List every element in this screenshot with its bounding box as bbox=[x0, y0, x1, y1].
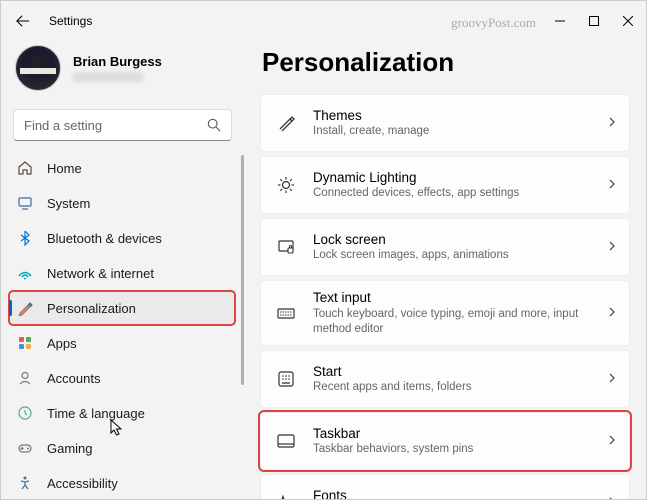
profile-email-blurred bbox=[73, 72, 143, 82]
profile-name: Brian Burgess bbox=[73, 54, 162, 69]
accessibility-icon bbox=[17, 475, 33, 491]
start-icon bbox=[275, 368, 297, 390]
sidebar-scrollbar[interactable] bbox=[241, 155, 244, 385]
card-lock-screen[interactable]: Lock screenLock screen images, apps, ani… bbox=[260, 218, 630, 276]
card-taskbar[interactable]: TaskbarTaskbar behaviors, system pins bbox=[260, 412, 630, 470]
search-input[interactable] bbox=[24, 118, 207, 133]
card-subtitle: Taskbar behaviors, system pins bbox=[313, 442, 591, 457]
maximize-button[interactable] bbox=[578, 7, 610, 35]
card-dynamic-lighting[interactable]: Dynamic LightingConnected devices, effec… bbox=[260, 156, 630, 214]
sidebar-item-label: Accounts bbox=[47, 371, 100, 386]
chevron-right-icon bbox=[607, 370, 617, 388]
card-fonts[interactable]: FontsInstall, manage bbox=[260, 474, 630, 499]
main-panel: Personalization ThemesInstall, create, m… bbox=[246, 41, 646, 499]
card-title: Start bbox=[313, 363, 591, 381]
sidebar-item-gaming[interactable]: Gaming bbox=[9, 431, 235, 465]
card-themes[interactable]: ThemesInstall, create, manage bbox=[260, 94, 630, 152]
bluetooth-icon bbox=[17, 230, 33, 246]
sidebar-item-accessibility[interactable]: Accessibility bbox=[9, 466, 235, 499]
window-title: Settings bbox=[49, 14, 92, 28]
search-box[interactable] bbox=[13, 109, 232, 141]
sidebar-item-label: Personalization bbox=[47, 301, 136, 316]
chevron-right-icon bbox=[607, 114, 617, 132]
titlebar: Settings groovyPost.com bbox=[1, 1, 646, 41]
page-title: Personalization bbox=[262, 47, 630, 78]
lighting-icon bbox=[275, 174, 297, 196]
sidebar-item-apps[interactable]: Apps bbox=[9, 326, 235, 360]
profile-block[interactable]: Brian Burgess bbox=[5, 41, 242, 105]
fonts-icon bbox=[275, 492, 297, 499]
card-start[interactable]: StartRecent apps and items, folders bbox=[260, 350, 630, 408]
sidebar-item-label: Gaming bbox=[47, 441, 93, 456]
textinput-icon bbox=[275, 302, 297, 324]
card-title: Lock screen bbox=[313, 231, 591, 249]
close-button[interactable] bbox=[612, 7, 644, 35]
sidebar-item-system[interactable]: System bbox=[9, 186, 235, 220]
minimize-icon bbox=[555, 16, 565, 26]
sidebar-item-label: System bbox=[47, 196, 90, 211]
sidebar-item-label: Apps bbox=[47, 336, 77, 351]
personalization-icon bbox=[17, 300, 33, 316]
sidebar-item-label: Network & internet bbox=[47, 266, 154, 281]
watermark: groovyPost.com bbox=[451, 15, 536, 31]
card-title: Themes bbox=[313, 107, 591, 125]
accounts-icon bbox=[17, 370, 33, 386]
sidebar-item-network-internet[interactable]: Network & internet bbox=[9, 256, 235, 290]
sidebar-item-label: Accessibility bbox=[47, 476, 118, 491]
card-subtitle: Recent apps and items, folders bbox=[313, 380, 591, 395]
back-arrow-icon bbox=[16, 14, 30, 28]
back-button[interactable] bbox=[9, 7, 37, 35]
card-subtitle: Lock screen images, apps, animations bbox=[313, 248, 591, 263]
themes-icon bbox=[275, 112, 297, 134]
card-title: Fonts bbox=[313, 487, 591, 499]
sidebar-item-home[interactable]: Home bbox=[9, 151, 235, 185]
card-subtitle: Touch keyboard, voice typing, emoji and … bbox=[313, 307, 591, 337]
lockscreen-icon bbox=[275, 236, 297, 258]
time-icon bbox=[17, 405, 33, 421]
chevron-right-icon bbox=[607, 432, 617, 450]
minimize-button[interactable] bbox=[544, 7, 576, 35]
chevron-right-icon bbox=[607, 494, 617, 499]
system-icon bbox=[17, 195, 33, 211]
card-subtitle: Install, create, manage bbox=[313, 124, 591, 139]
close-icon bbox=[623, 16, 633, 26]
chevron-right-icon bbox=[607, 238, 617, 256]
card-title: Taskbar bbox=[313, 425, 591, 443]
card-title: Text input bbox=[313, 289, 591, 307]
sidebar-item-label: Bluetooth & devices bbox=[47, 231, 162, 246]
nav-list: Home System Bluetooth & devices Network & i… bbox=[5, 151, 242, 499]
card-text-input[interactable]: Text inputTouch keyboard, voice typing, … bbox=[260, 280, 630, 346]
chevron-right-icon bbox=[607, 304, 617, 322]
search-icon bbox=[207, 118, 221, 132]
sidebar-item-time-language[interactable]: Time & language bbox=[9, 396, 235, 430]
chevron-right-icon bbox=[607, 176, 617, 194]
sidebar: Brian Burgess Home System Bluetooth & devi… bbox=[1, 41, 246, 499]
sidebar-item-bluetooth-devices[interactable]: Bluetooth & devices bbox=[9, 221, 235, 255]
sidebar-item-label: Home bbox=[47, 161, 82, 176]
sidebar-item-accounts[interactable]: Accounts bbox=[9, 361, 235, 395]
maximize-icon bbox=[589, 16, 599, 26]
home-icon bbox=[17, 160, 33, 176]
taskbar-icon bbox=[275, 430, 297, 452]
network-icon bbox=[17, 265, 33, 281]
card-title: Dynamic Lighting bbox=[313, 169, 591, 187]
sidebar-item-label: Time & language bbox=[47, 406, 145, 421]
apps-icon bbox=[17, 335, 33, 351]
avatar bbox=[15, 45, 61, 91]
gaming-icon bbox=[17, 440, 33, 456]
sidebar-item-personalization[interactable]: Personalization bbox=[9, 291, 235, 325]
card-subtitle: Connected devices, effects, app settings bbox=[313, 186, 591, 201]
